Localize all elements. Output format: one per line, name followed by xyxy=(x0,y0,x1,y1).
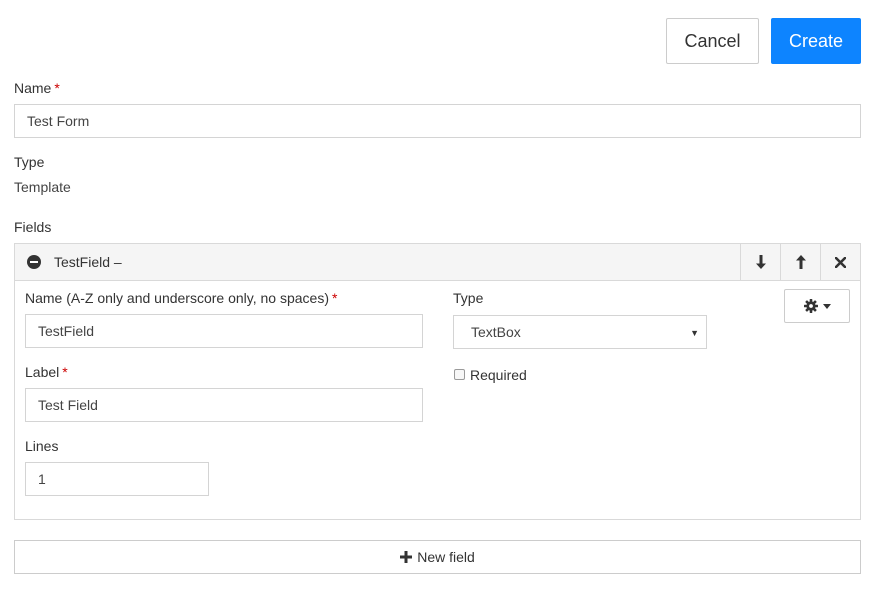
field-label-input[interactable]: Test Field xyxy=(25,388,423,422)
minus-circle-icon[interactable] xyxy=(27,255,41,269)
new-field-label: New field xyxy=(417,549,475,565)
arrow-down-icon xyxy=(755,255,766,269)
field-name-input[interactable]: TestField xyxy=(25,314,423,348)
type-label: Type xyxy=(14,154,45,170)
new-field-button[interactable]: New field xyxy=(14,540,861,574)
gear-icon xyxy=(803,299,818,313)
required-marker: * xyxy=(62,364,68,380)
lines-label: Lines xyxy=(25,438,59,454)
field-type-selected: TextBox xyxy=(471,324,521,340)
lines-input[interactable]: 1 xyxy=(25,462,209,496)
name-label-text: Name xyxy=(14,80,52,96)
remove-field-button[interactable] xyxy=(820,244,860,280)
field-name-label-text: Name (A-Z only and underscore only, no s… xyxy=(25,290,329,306)
required-marker: * xyxy=(54,80,60,96)
cancel-button[interactable]: Cancel xyxy=(666,18,759,64)
settings-dropdown-button[interactable] xyxy=(784,289,850,323)
fields-label: Fields xyxy=(14,219,52,235)
field-header: TestField – xyxy=(15,244,860,281)
create-button[interactable]: Create xyxy=(771,18,861,64)
field-type-label: Type xyxy=(453,290,484,306)
field-label-label: Label * xyxy=(25,364,68,380)
required-label: Required xyxy=(470,367,527,383)
move-down-button[interactable] xyxy=(740,244,780,280)
name-label: Name * xyxy=(14,80,60,96)
field-title: TestField – xyxy=(54,254,122,270)
field-panel: TestField – Name (A-Z only and underscor… xyxy=(14,243,861,520)
caret-down-icon xyxy=(822,303,831,309)
form-name-input[interactable]: Test Form xyxy=(14,104,861,138)
arrow-up-icon xyxy=(795,255,806,269)
field-type-select[interactable]: TextBox ▼ xyxy=(453,315,707,349)
required-checkbox[interactable] xyxy=(454,369,465,380)
move-up-button[interactable] xyxy=(780,244,820,280)
caret-down-icon: ▼ xyxy=(690,328,699,338)
plus-icon xyxy=(400,551,413,563)
field-label-label-text: Label xyxy=(25,364,60,380)
required-marker: * xyxy=(332,290,338,306)
close-icon xyxy=(835,256,846,268)
type-value: Template xyxy=(14,179,71,195)
field-name-label: Name (A-Z only and underscore only, no s… xyxy=(25,290,337,306)
